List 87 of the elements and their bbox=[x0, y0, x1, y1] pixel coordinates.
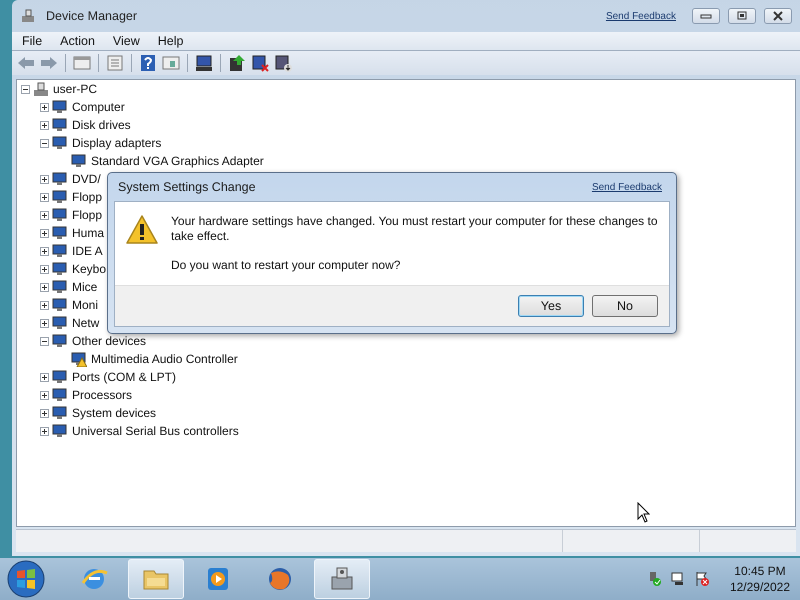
taskbar-button[interactable] bbox=[314, 559, 370, 599]
expand-toggle[interactable] bbox=[40, 102, 49, 112]
clock-time: 10:45 PM bbox=[734, 563, 786, 579]
start-button[interactable] bbox=[6, 559, 46, 599]
expand-toggle[interactable] bbox=[40, 174, 49, 184]
menu-item[interactable]: View bbox=[104, 32, 150, 50]
warning-icon bbox=[125, 214, 159, 246]
device-icon bbox=[52, 225, 68, 241]
tree-item[interactable]: System devices bbox=[72, 406, 156, 420]
collapse-toggle[interactable] bbox=[40, 336, 49, 346]
minimize-icon bbox=[700, 12, 712, 20]
expand-toggle[interactable] bbox=[40, 408, 49, 418]
tree-item[interactable]: Standard VGA Graphics Adapter bbox=[91, 154, 264, 168]
tree-item[interactable]: Huma bbox=[72, 226, 104, 240]
device-icon bbox=[52, 423, 68, 439]
window-title: Device Manager bbox=[46, 9, 138, 23]
tree-item[interactable]: Ports (COM & LPT) bbox=[72, 370, 176, 384]
tree-item[interactable]: Flopp bbox=[72, 208, 102, 222]
tree-item[interactable]: Flopp bbox=[72, 190, 102, 204]
flag-icon[interactable] bbox=[694, 571, 710, 587]
device-icon bbox=[52, 297, 68, 313]
device-icon bbox=[52, 99, 68, 115]
expand-toggle[interactable] bbox=[40, 246, 49, 256]
tree-item[interactable]: Processors bbox=[72, 388, 132, 402]
list-icon[interactable] bbox=[105, 53, 125, 73]
expand-toggle[interactable] bbox=[40, 192, 49, 202]
send-feedback-link[interactable]: Send Feedback bbox=[606, 10, 676, 22]
tree-item[interactable]: DVD/ bbox=[72, 172, 101, 186]
computer-icon bbox=[33, 81, 49, 97]
device-icon bbox=[52, 189, 68, 205]
tree-item[interactable]: IDE A bbox=[72, 244, 103, 258]
device-icon bbox=[52, 207, 68, 223]
close-icon bbox=[772, 11, 784, 21]
device-icon bbox=[52, 171, 68, 187]
expand-toggle[interactable] bbox=[40, 210, 49, 220]
device-icon bbox=[52, 387, 68, 403]
dialog-button[interactable]: No bbox=[592, 295, 658, 317]
expand-toggle[interactable] bbox=[40, 228, 49, 238]
device-icon bbox=[52, 279, 68, 295]
send-feedback-link[interactable]: Send Feedback bbox=[592, 182, 662, 192]
clock-date: 12/29/2022 bbox=[730, 579, 790, 595]
tree-item[interactable]: Moni bbox=[72, 298, 98, 312]
dialog-button[interactable]: Yes bbox=[518, 295, 584, 317]
tree-item[interactable]: Netw bbox=[72, 316, 100, 330]
dialog-title: System Settings Change bbox=[118, 180, 257, 194]
question-text: Do you want to restart your computer now? bbox=[171, 258, 402, 273]
expand-toggle[interactable] bbox=[40, 120, 49, 130]
expand-toggle[interactable] bbox=[40, 426, 49, 436]
menu-item[interactable]: File bbox=[14, 32, 52, 50]
device-icon bbox=[52, 243, 68, 259]
collapse-toggle[interactable] bbox=[40, 138, 49, 148]
collapse-toggle[interactable] bbox=[21, 84, 30, 94]
help-icon[interactable] bbox=[138, 53, 158, 73]
menu-item[interactable]: Action bbox=[52, 32, 105, 50]
expand-toggle[interactable] bbox=[40, 264, 49, 274]
device-icon bbox=[52, 135, 68, 151]
globe-icon bbox=[266, 565, 294, 593]
network-icon[interactable] bbox=[670, 571, 686, 587]
expand-toggle[interactable] bbox=[40, 300, 49, 310]
tree-item[interactable]: user-PC bbox=[53, 82, 98, 96]
tree-item[interactable]: Other devices bbox=[72, 334, 146, 348]
device-icon bbox=[52, 261, 68, 277]
minimize-button[interactable] bbox=[692, 8, 720, 24]
device-icon bbox=[52, 333, 68, 349]
taskbar-button[interactable] bbox=[128, 559, 184, 599]
expand-toggle[interactable] bbox=[40, 372, 49, 382]
expand-toggle[interactable] bbox=[40, 390, 49, 400]
tree-item[interactable]: Universal Serial Bus controllers bbox=[72, 424, 239, 438]
menu-item[interactable]: Help bbox=[150, 32, 194, 50]
expand-toggle[interactable] bbox=[40, 282, 49, 292]
message-text: Your hardware settings have changed. You must restart your computer for these changes to take effect. bbox=[171, 214, 659, 244]
tree-item[interactable]: Multimedia Audio Controller bbox=[91, 352, 238, 366]
device-icon bbox=[52, 315, 68, 331]
maximize-button[interactable] bbox=[728, 8, 756, 24]
maximize-icon bbox=[736, 11, 748, 21]
tree-item[interactable]: Keybo bbox=[72, 262, 106, 276]
computer-icon bbox=[20, 8, 36, 24]
close-button[interactable] bbox=[764, 8, 792, 24]
tree-item[interactable]: Computer bbox=[72, 100, 125, 114]
device-icon bbox=[52, 117, 68, 133]
tree-item[interactable]: Disk drives bbox=[72, 118, 131, 132]
tree-item[interactable]: Mice bbox=[72, 280, 98, 294]
device-icon bbox=[52, 369, 68, 385]
device-icon bbox=[52, 405, 68, 421]
pointer-icon bbox=[637, 502, 650, 523]
expand-toggle[interactable] bbox=[40, 318, 49, 328]
tree-item[interactable]: Display adapters bbox=[72, 136, 162, 150]
